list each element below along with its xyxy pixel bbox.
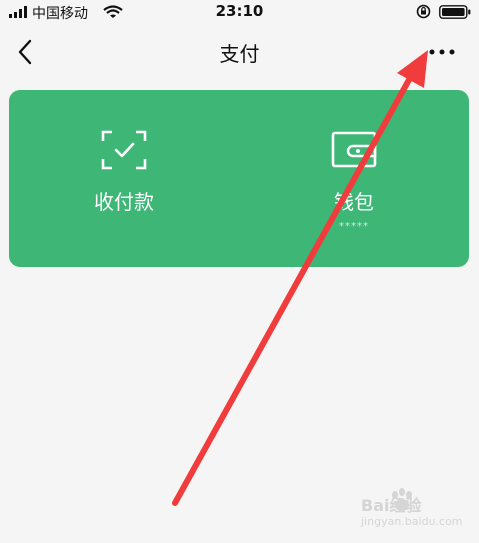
status-bar: 中国移动 23:10: [0, 0, 479, 26]
card-item-label: 收付款: [94, 190, 154, 214]
page-title: 支付: [219, 42, 260, 66]
scan-check-icon: [101, 130, 147, 170]
rotation-lock-icon: [416, 4, 431, 19]
watermark-text: Bai经验: [361, 496, 422, 515]
watermark: Bai经验 jingyan.baidu.com: [359, 488, 469, 534]
watermark-url: jingyan.baidu.com: [361, 515, 463, 528]
pay-card: 收付款 钱包 *****: [9, 90, 469, 267]
card-item-label: 钱包: [334, 190, 374, 214]
nav-bar: 支付: [0, 26, 479, 80]
wallet-icon: [331, 131, 377, 168]
wallet-balance-masked: *****: [339, 221, 369, 232]
more-dots-icon[interactable]: [422, 42, 462, 62]
battery-icon: [439, 5, 471, 19]
card-item-wallet[interactable]: 钱包 *****: [239, 90, 469, 267]
red-arrow-annotation: [172, 50, 428, 506]
card-item-receive-pay[interactable]: 收付款: [9, 90, 239, 267]
status-time: 23:10: [215, 2, 264, 20]
